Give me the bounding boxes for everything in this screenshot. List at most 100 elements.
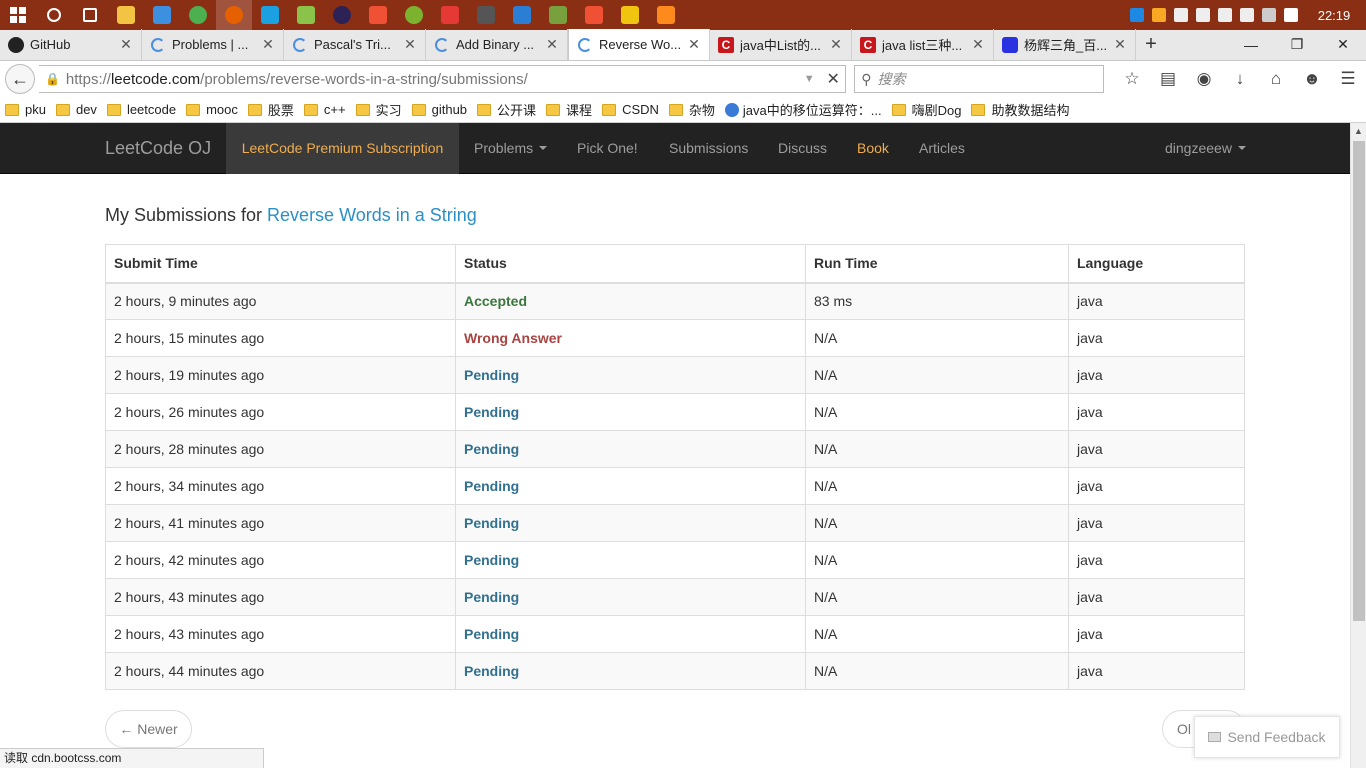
reading-list-icon[interactable]: ▤ bbox=[1150, 64, 1186, 94]
taskbar-button[interactable] bbox=[288, 0, 324, 30]
clock[interactable]: 22:19 bbox=[1302, 8, 1366, 23]
taskbar-button[interactable] bbox=[648, 0, 684, 30]
status-link[interactable]: Pending bbox=[455, 652, 806, 690]
scroll-thumb[interactable] bbox=[1353, 141, 1365, 621]
browser-tab[interactable]: GitHub ✕ bbox=[0, 29, 142, 60]
status-link[interactable]: Accepted bbox=[455, 282, 806, 320]
close-icon[interactable]: ✕ bbox=[1113, 36, 1127, 53]
close-icon[interactable]: ✕ bbox=[687, 36, 701, 53]
bookmark-item[interactable]: CSDN bbox=[597, 102, 664, 117]
browser-tab[interactable]: Cjava list三种... ✕ bbox=[852, 29, 994, 60]
taskbar-button[interactable] bbox=[36, 0, 72, 30]
browser-tab[interactable]: Cjava中List的... ✕ bbox=[710, 29, 852, 60]
taskbar-button[interactable] bbox=[324, 0, 360, 30]
pocket-icon[interactable]: ◉ bbox=[1186, 64, 1222, 94]
taskbar-button[interactable] bbox=[468, 0, 504, 30]
tray-button[interactable] bbox=[1192, 0, 1214, 30]
browser-tab[interactable]: Add Binary ... ✕ bbox=[426, 29, 568, 60]
tray-button[interactable] bbox=[1170, 0, 1192, 30]
bookmark-item[interactable]: 课程 bbox=[541, 100, 597, 119]
bookmark-item[interactable]: java中的移位运算符：... bbox=[720, 100, 887, 119]
bookmark-item[interactable]: mooc bbox=[181, 102, 243, 117]
bookmark-item[interactable]: pku bbox=[0, 102, 51, 117]
taskbar-button[interactable] bbox=[216, 0, 252, 30]
vertical-scrollbar[interactable]: ▲ bbox=[1350, 123, 1366, 768]
brand-logo[interactable]: LeetCode OJ bbox=[105, 138, 211, 159]
taskbar-button[interactable] bbox=[396, 0, 432, 30]
browser-tab[interactable]: Problems | ... ✕ bbox=[142, 29, 284, 60]
bookmark-item[interactable]: 嗨剧Dog bbox=[887, 100, 967, 119]
smiley-icon[interactable]: ☻ bbox=[1294, 64, 1330, 94]
browser-tab[interactable]: Pascal's Tri... ✕ bbox=[284, 29, 426, 60]
scroll-up-icon[interactable]: ▲ bbox=[1351, 123, 1366, 139]
home-icon[interactable]: ⌂ bbox=[1258, 64, 1294, 94]
browser-tab[interactable]: Reverse Wo... ✕ bbox=[568, 29, 710, 60]
close-window-button[interactable]: ✕ bbox=[1320, 29, 1366, 60]
bookmark-item[interactable]: 杂物 bbox=[664, 100, 720, 119]
status-link[interactable]: Pending bbox=[455, 393, 806, 431]
status-link[interactable]: Pending bbox=[455, 356, 806, 394]
send-feedback-button[interactable]: Send Feedback bbox=[1194, 716, 1340, 758]
taskbar-button[interactable] bbox=[144, 0, 180, 30]
taskbar-button[interactable] bbox=[360, 0, 396, 30]
close-icon[interactable]: ✕ bbox=[971, 36, 985, 53]
taskbar-button[interactable] bbox=[540, 0, 576, 30]
status-link[interactable]: Pending bbox=[455, 578, 806, 616]
new-tab-button[interactable]: + bbox=[1136, 29, 1166, 60]
status-link[interactable]: Pending bbox=[455, 615, 806, 653]
stop-icon[interactable]: ✕ bbox=[821, 69, 845, 89]
status-link[interactable]: Pending bbox=[455, 541, 806, 579]
status-link[interactable]: Pending bbox=[455, 467, 806, 505]
nav-discuss[interactable]: Discuss bbox=[778, 123, 827, 174]
taskbar-button[interactable] bbox=[252, 0, 288, 30]
taskbar-button[interactable] bbox=[180, 0, 216, 30]
tray-button[interactable] bbox=[1148, 0, 1170, 30]
bookmark-item[interactable]: 助教数据结构 bbox=[966, 100, 1074, 119]
user-menu[interactable]: dingzeeew bbox=[1165, 123, 1246, 174]
nav-submissions[interactable]: Submissions bbox=[669, 123, 748, 174]
browser-tab[interactable]: 杨辉三角_百... ✕ bbox=[994, 29, 1136, 60]
newer-button[interactable]: ← Newer bbox=[105, 710, 192, 748]
tray-button[interactable] bbox=[1258, 0, 1280, 30]
bookmark-item[interactable]: leetcode bbox=[102, 102, 181, 117]
taskbar-button[interactable] bbox=[432, 0, 468, 30]
nav-articles[interactable]: Articles bbox=[919, 123, 965, 174]
download-icon[interactable]: ↓ bbox=[1222, 64, 1258, 94]
back-button[interactable]: ← bbox=[5, 64, 35, 94]
close-icon[interactable]: ✕ bbox=[403, 36, 417, 53]
close-icon[interactable]: ✕ bbox=[261, 36, 275, 53]
status-link[interactable]: Pending bbox=[455, 504, 806, 542]
url-dropdown-icon[interactable]: ▼ bbox=[797, 73, 821, 85]
bookmark-item[interactable]: github bbox=[407, 102, 472, 117]
close-icon[interactable]: ✕ bbox=[545, 36, 559, 53]
tray-button[interactable] bbox=[1214, 0, 1236, 30]
restore-button[interactable]: ❐ bbox=[1274, 29, 1320, 60]
taskbar-button[interactable] bbox=[504, 0, 540, 30]
url-bar[interactable]: 🔒 https://leetcode.com/problems/reverse-… bbox=[38, 65, 847, 93]
problem-link[interactable]: Reverse Words in a String bbox=[267, 205, 477, 225]
tray-button[interactable] bbox=[1126, 0, 1148, 30]
taskbar-button[interactable] bbox=[108, 0, 144, 30]
bookmark-item[interactable]: c++ bbox=[299, 102, 351, 117]
status-link[interactable]: Wrong Answer bbox=[455, 319, 806, 357]
bookmark-star-icon[interactable]: ☆ bbox=[1114, 64, 1150, 94]
close-icon[interactable]: ✕ bbox=[829, 36, 843, 53]
tray-button[interactable] bbox=[1280, 0, 1302, 30]
bookmark-item[interactable]: 股票 bbox=[243, 100, 299, 119]
taskbar-button[interactable] bbox=[72, 0, 108, 30]
nav-problems[interactable]: Problems bbox=[474, 123, 548, 174]
nav-premium[interactable]: LeetCode Premium Subscription bbox=[226, 123, 459, 174]
bookmark-item[interactable]: dev bbox=[51, 102, 102, 117]
search-input[interactable]: ⚲ 搜索 bbox=[854, 65, 1104, 93]
taskbar-button[interactable] bbox=[612, 0, 648, 30]
bookmark-item[interactable]: 实习 bbox=[351, 100, 407, 119]
nav-pick-one[interactable]: Pick One! bbox=[577, 123, 638, 174]
close-icon[interactable]: ✕ bbox=[119, 36, 133, 53]
minimize-button[interactable]: — bbox=[1228, 29, 1274, 60]
menu-icon[interactable]: ☰ bbox=[1330, 64, 1366, 94]
nav-book[interactable]: Book bbox=[857, 123, 889, 174]
tray-button[interactable] bbox=[1236, 0, 1258, 30]
taskbar-button[interactable] bbox=[576, 0, 612, 30]
start-button[interactable] bbox=[0, 0, 36, 30]
status-link[interactable]: Pending bbox=[455, 430, 806, 468]
